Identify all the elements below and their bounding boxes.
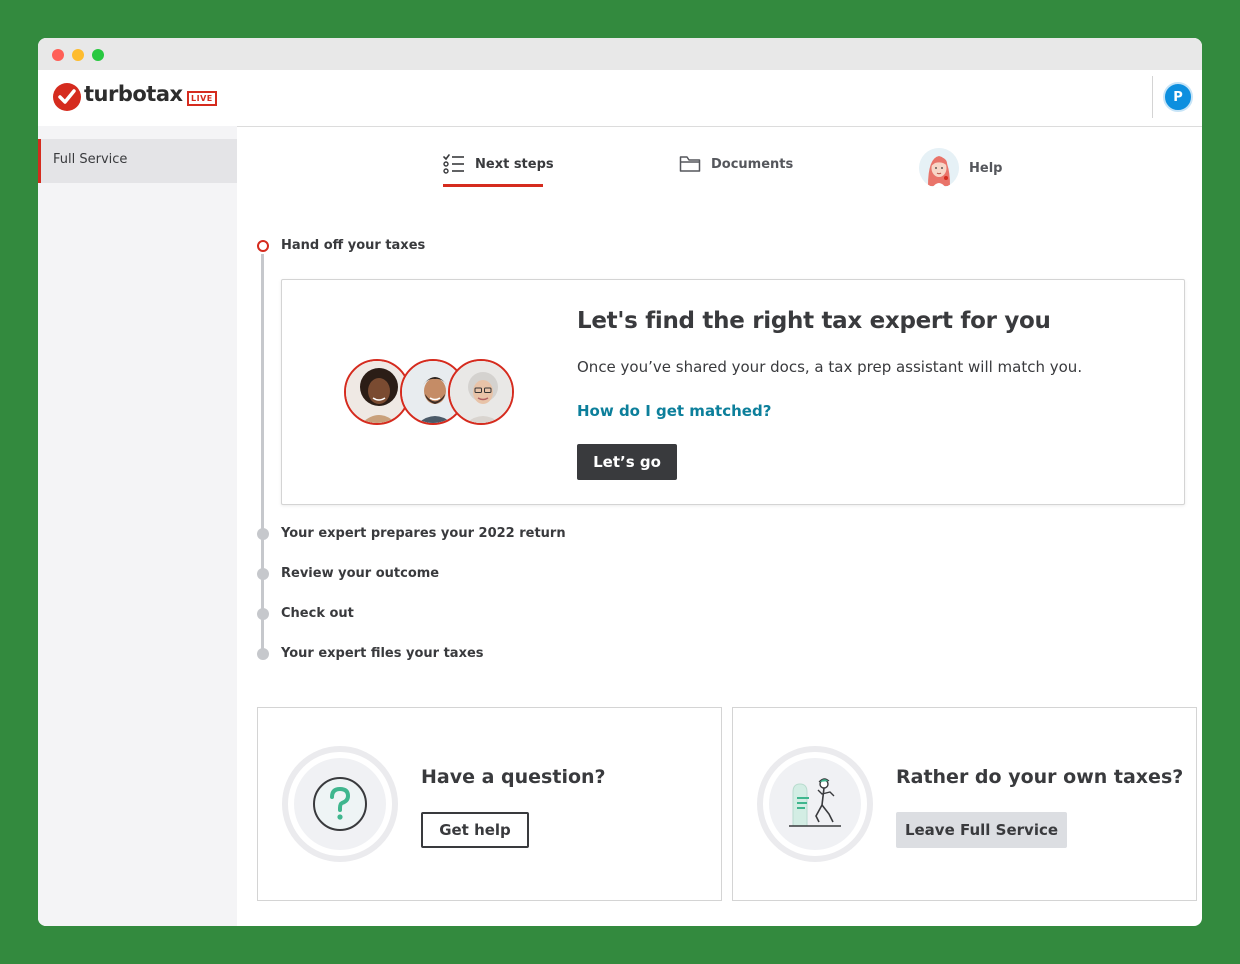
- tab-help[interactable]: Help: [919, 146, 1002, 190]
- diy-card-title: Rather do your own taxes?: [896, 766, 1184, 788]
- question-icon: [313, 777, 367, 831]
- timeline-step: Hand off your taxes: [281, 238, 426, 253]
- brand-name: turbotax: [84, 82, 183, 106]
- tab-next-steps-label: Next steps: [475, 156, 554, 172]
- timeline-track: [261, 254, 264, 656]
- hero-title: Let's find the right tax expert for you: [577, 308, 1051, 334]
- help-card: Have a question? Get help: [257, 707, 722, 901]
- checklist-icon: [443, 154, 464, 174]
- person-leaving-icon: [789, 778, 841, 827]
- timeline-step: Your expert files your taxes: [281, 646, 484, 661]
- maximize-window-button[interactable]: [92, 49, 104, 61]
- brand-logo[interactable]: turbotax LIVE: [38, 70, 237, 126]
- window-titlebar: [38, 38, 1202, 70]
- close-window-button[interactable]: [52, 49, 64, 61]
- live-badge: LIVE: [187, 91, 217, 106]
- expert-avatar: [448, 359, 514, 425]
- folder-icon: [679, 156, 701, 172]
- turbotax-check-icon: [53, 83, 81, 111]
- how-matched-link[interactable]: How do I get matched?: [577, 402, 771, 420]
- tab-next-steps[interactable]: Next steps: [443, 142, 554, 186]
- expert-match-card: Let's find the right tax expert for you …: [281, 279, 1185, 505]
- header-divider: [1152, 76, 1153, 118]
- timeline-step: Your expert prepares your 2022 return: [281, 526, 566, 541]
- lets-go-button[interactable]: Let’s go: [577, 444, 677, 480]
- tab-documents[interactable]: Documents: [679, 142, 793, 186]
- timeline-dot: [257, 648, 269, 660]
- timeline-dot-active: [257, 240, 269, 252]
- help-assistant-avatar: [919, 148, 959, 188]
- sidebar-item-full-service[interactable]: Full Service: [38, 139, 237, 183]
- active-tab-indicator: [443, 184, 543, 187]
- diy-card: Rather do your own taxes? Leave Full Ser…: [732, 707, 1197, 901]
- sidebar: turbotax LIVE Full Service: [38, 70, 237, 926]
- get-help-button[interactable]: Get help: [421, 812, 529, 848]
- user-avatar[interactable]: P: [1163, 82, 1193, 112]
- timeline-step: Review your outcome: [281, 566, 440, 581]
- timeline-step: Check out: [281, 606, 354, 621]
- minimize-window-button[interactable]: [72, 49, 84, 61]
- sidebar-item-label: Full Service: [53, 152, 128, 167]
- tab-help-label: Help: [969, 160, 1003, 176]
- hero-subtitle: Once you’ve shared your docs, a tax prep…: [577, 358, 1083, 376]
- timeline-dot: [257, 528, 269, 540]
- leave-badge: [757, 746, 873, 862]
- browser-window: turbotax LIVE Full Service P Next steps …: [38, 38, 1202, 926]
- leave-full-service-button[interactable]: Leave Full Service: [896, 812, 1067, 848]
- timeline-dot: [257, 608, 269, 620]
- help-card-title: Have a question?: [421, 766, 606, 788]
- top-header: P: [237, 70, 1202, 127]
- tab-documents-label: Documents: [711, 156, 794, 172]
- question-badge: [282, 746, 398, 862]
- timeline-dot: [257, 568, 269, 580]
